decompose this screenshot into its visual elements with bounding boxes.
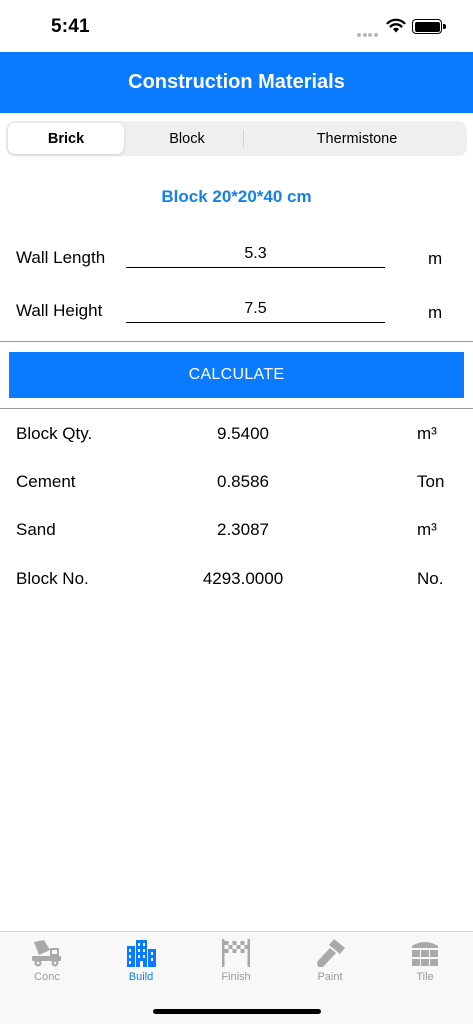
- concrete-mixer-icon: [32, 940, 61, 967]
- segment-block[interactable]: Block: [126, 123, 248, 154]
- wifi-icon: [386, 18, 406, 33]
- result-label: Cement: [16, 472, 76, 491]
- wall-length-input[interactable]: [126, 240, 385, 268]
- segment-brick[interactable]: Brick: [8, 123, 124, 154]
- tab-label: Build: [128, 971, 154, 983]
- tab-label: Finish: [221, 971, 251, 983]
- wall-height-unit: m: [428, 303, 443, 322]
- result-unit: m³: [417, 424, 437, 443]
- battery-icon: [412, 19, 446, 34]
- segment-divider: [243, 130, 244, 147]
- wall-length-label: Wall Length: [16, 248, 106, 267]
- result-row: Block Qty. 9.5400 m³: [0, 424, 473, 448]
- result-label: Sand: [16, 520, 56, 539]
- tab-paint[interactable]: Paint: [283, 938, 377, 990]
- tile-icon: [412, 942, 438, 966]
- wall-height-row: Wall Height m: [0, 294, 473, 334]
- result-unit: Ton: [417, 472, 445, 491]
- tab-tile[interactable]: Tile: [378, 938, 472, 990]
- wall-length-unit: m: [428, 249, 443, 268]
- segment-thermistone[interactable]: Thermistone: [249, 123, 465, 154]
- status-time: 5:41: [51, 16, 90, 37]
- result-row: Block No. 4293.0000 No.: [0, 569, 473, 593]
- section-title: Block 20*20*40 cm: [161, 187, 312, 206]
- result-label: Block No.: [16, 569, 89, 588]
- finish-flag-icon: [222, 939, 250, 967]
- result-value: 9.5400: [217, 424, 269, 443]
- tab-label: Paint: [317, 971, 343, 983]
- status-bar: 5:41: [0, 0, 473, 52]
- navigation-bar: Construction Materials: [0, 52, 473, 113]
- result-unit: m³: [417, 520, 437, 539]
- wall-height-input[interactable]: [126, 295, 385, 323]
- calculate-button[interactable]: CALCULATE: [9, 352, 464, 398]
- tab-build[interactable]: Build: [94, 938, 188, 990]
- result-value: 2.3087: [217, 520, 269, 539]
- page-title: Construction Materials: [128, 71, 345, 93]
- material-segmented-control: Brick Block Thermistone: [6, 121, 467, 156]
- divider-bottom: [0, 408, 473, 409]
- wall-length-row: Wall Length m: [0, 240, 473, 280]
- paint-roller-icon: [317, 939, 345, 967]
- building-icon: [127, 940, 156, 967]
- result-value: 0.8586: [217, 472, 269, 491]
- signal-icon: [357, 24, 379, 37]
- tab-conc[interactable]: Conc: [0, 938, 94, 990]
- result-row: Cement 0.8586 Ton: [0, 472, 473, 496]
- wall-height-label: Wall Height: [16, 301, 103, 320]
- result-label: Block Qty.: [16, 424, 93, 443]
- tab-label: Conc: [34, 971, 60, 983]
- result-row: Sand 2.3087 m³: [0, 520, 473, 544]
- home-indicator: [153, 1009, 321, 1014]
- tab-finish[interactable]: Finish: [189, 938, 283, 990]
- result-unit: No.: [417, 569, 444, 588]
- divider-top: [0, 341, 473, 342]
- tab-label: Tile: [416, 971, 434, 983]
- result-value: 4293.0000: [202, 569, 284, 588]
